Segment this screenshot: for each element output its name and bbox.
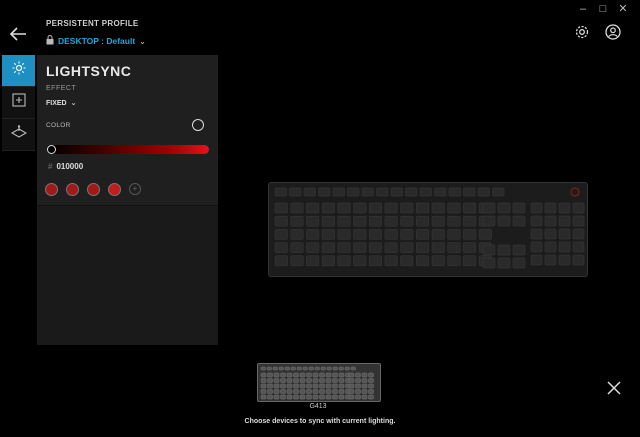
effect-label: EFFECT xyxy=(46,85,77,92)
sync-instruction: Choose devices to sync with current ligh… xyxy=(244,418,396,425)
color-brightness-slider[interactable] xyxy=(48,145,209,154)
hex-input[interactable]: # 010000 xyxy=(48,162,83,171)
color-label: COLOR xyxy=(46,122,71,129)
lock-icon xyxy=(46,35,54,47)
maximize-icon[interactable]: □ xyxy=(596,3,610,15)
hex-prefix: # xyxy=(48,162,53,171)
plus-square-icon xyxy=(11,93,26,112)
profile-select[interactable]: DESKTOP : Default ⌄ xyxy=(46,35,146,47)
hex-value: 010000 xyxy=(56,162,84,171)
sun-icon xyxy=(12,61,26,80)
minimize-icon[interactable]: – xyxy=(576,3,590,15)
rail-item-game-mode[interactable] xyxy=(2,119,35,151)
swatch-4[interactable] xyxy=(108,183,121,196)
add-swatch-icon[interactable]: + xyxy=(129,183,141,195)
back-arrow-icon[interactable] xyxy=(9,26,27,42)
lighting-panel: LIGHTSYNC EFFECT FIXED ⌄ COLOR # 010000 … xyxy=(37,55,218,345)
effect-value: FIXED xyxy=(46,99,67,107)
slider-thumb[interactable] xyxy=(47,145,56,154)
close-icon[interactable] xyxy=(606,380,622,396)
settings-gear-icon[interactable] xyxy=(574,24,590,45)
profile-value: DESKTOP : Default xyxy=(58,36,136,46)
keyboard-image xyxy=(268,182,588,277)
panel-title: LIGHTSYNC xyxy=(46,63,132,79)
joystick-icon xyxy=(10,125,27,144)
effect-select[interactable]: FIXED ⌄ xyxy=(46,99,77,108)
close-window-icon[interactable]: ✕ xyxy=(616,3,630,15)
chevron-down-icon: ⌄ xyxy=(70,100,77,107)
rail-item-lighting[interactable] xyxy=(2,55,35,87)
lighting-settings: LIGHTSYNC EFFECT FIXED ⌄ COLOR # 010000 … xyxy=(37,55,218,206)
color-swatches: + xyxy=(45,183,141,196)
chevron-down-icon: ⌄ xyxy=(139,36,146,46)
rail-item-assignments[interactable] xyxy=(2,87,35,119)
profile-label: PERSISTENT PROFILE xyxy=(46,19,139,28)
swatch-1[interactable] xyxy=(45,183,58,196)
account-icon[interactable] xyxy=(605,24,621,45)
device-thumbnail[interactable] xyxy=(257,363,381,402)
swatch-2[interactable] xyxy=(66,183,79,196)
swatch-3[interactable] xyxy=(87,183,100,196)
side-rail xyxy=(2,55,35,151)
color-picker-button[interactable] xyxy=(192,119,204,131)
device-name: G413 xyxy=(309,403,327,410)
